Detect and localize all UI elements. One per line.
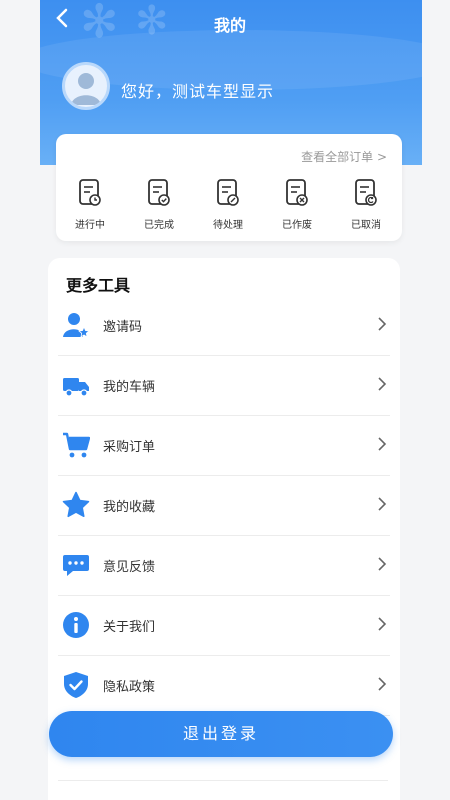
orders-card: 查看全部订单 > 进行中 已完成 待处理 已作废 已取消: [56, 134, 402, 241]
tool-item-privacy-policy[interactable]: 隐私政策: [58, 656, 390, 716]
doc-clock-icon: [79, 179, 101, 206]
tool-item-my-favorites[interactable]: 我的收藏: [58, 476, 390, 536]
view-all-orders-link[interactable]: 查看全部订单 >: [301, 148, 387, 165]
tool-item-my-vehicles[interactable]: 我的车辆: [58, 356, 390, 416]
doc-back-icon: [355, 179, 377, 206]
order-status-cancelled[interactable]: 已取消: [342, 178, 390, 231]
more-tools-title: 更多工具: [66, 276, 131, 295]
chevron-right-icon: [378, 377, 387, 391]
shield-icon: [64, 672, 88, 698]
tool-item-invite-code[interactable]: 邀请码: [58, 296, 390, 356]
star-icon: [62, 491, 90, 518]
truck-icon: [63, 378, 89, 397]
avatar[interactable]: [62, 62, 110, 110]
cart-icon: [63, 432, 90, 458]
order-status-pending[interactable]: 待处理: [204, 178, 252, 231]
tool-item-about-us[interactable]: 关于我们: [58, 596, 390, 656]
info-icon: [63, 612, 89, 638]
order-status-completed[interactable]: 已完成: [135, 178, 183, 231]
doc-check-icon: [148, 179, 170, 206]
order-status-voided[interactable]: 已作废: [273, 178, 321, 231]
greeting-text: 您好，测试车型显示: [121, 82, 275, 101]
tool-item-feedback[interactable]: 意见反馈: [58, 536, 390, 596]
tool-item-purchase-orders[interactable]: 采购订单: [58, 416, 390, 476]
divider: [58, 780, 388, 781]
page-title: 我的: [213, 16, 246, 35]
chevron-right-icon: [378, 317, 387, 331]
chevron-right-icon: [378, 677, 387, 691]
chevron-right-icon: [378, 497, 387, 511]
doc-pen-icon: [217, 179, 239, 206]
profile-page: ✻ ✻ 我的 您好，测试车型显示 查看全部订单 > 进行中 已完成 待处理 已作…: [0, 0, 450, 800]
chevron-right-icon: [378, 437, 387, 451]
chevron-right-icon: [378, 617, 387, 631]
chevron-right-icon: [378, 557, 387, 571]
doc-x-icon: [286, 179, 308, 206]
chat-icon: [63, 555, 89, 576]
user-star-icon: [63, 313, 90, 338]
logout-button[interactable]: 退出登录: [49, 711, 393, 757]
order-status-in-progress[interactable]: 进行中: [66, 178, 114, 231]
